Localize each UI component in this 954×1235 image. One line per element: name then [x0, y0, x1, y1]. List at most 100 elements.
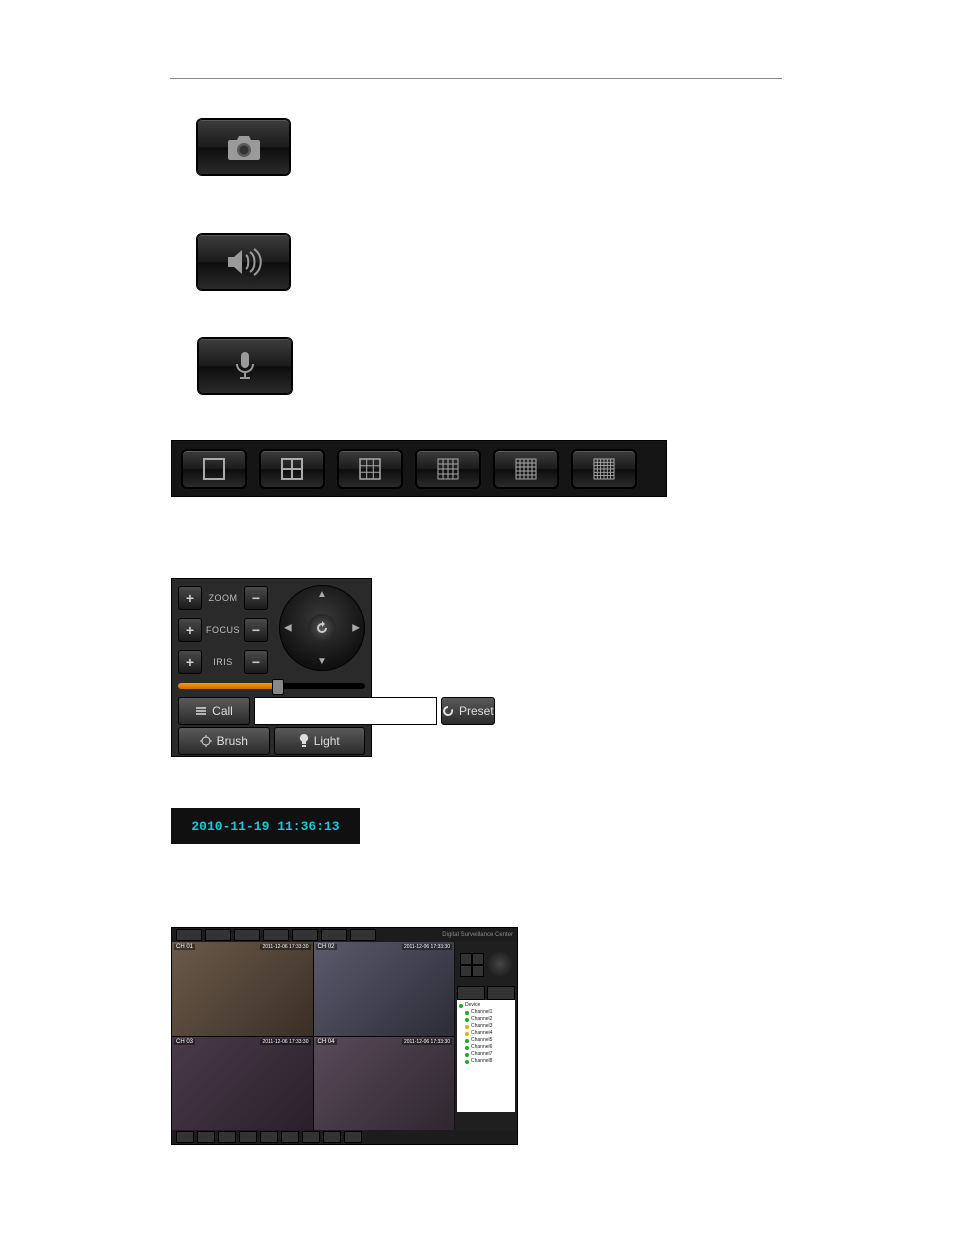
- preset-icon: [442, 705, 454, 717]
- surv-bottom-button[interactable]: [260, 1131, 278, 1143]
- surv-bottom-button[interactable]: [197, 1131, 215, 1143]
- tree-node[interactable]: Channel7: [459, 1051, 513, 1058]
- tree-label: Channel6: [471, 1044, 492, 1051]
- refresh-icon: [315, 621, 329, 635]
- ptz-light-button[interactable]: Light: [274, 727, 366, 755]
- tree-node[interactable]: Channel1: [459, 1009, 513, 1016]
- surv-bottom-button[interactable]: [344, 1131, 362, 1143]
- surv-bottom-button[interactable]: [176, 1131, 194, 1143]
- layout-4x4-button[interactable]: [416, 450, 480, 488]
- iris-in-button[interactable]: +: [178, 650, 202, 674]
- mini-btn[interactable]: [460, 953, 472, 965]
- tree-node[interactable]: Channel6: [459, 1044, 513, 1051]
- layout-1x1-button[interactable]: [182, 450, 246, 488]
- ptz-brush-button[interactable]: Brush: [178, 727, 270, 755]
- status-dot: [465, 1032, 469, 1036]
- ptz-down-button[interactable]: ▼: [317, 656, 327, 667]
- tree-node[interactable]: Channel4: [459, 1030, 513, 1037]
- surv-tab[interactable]: [205, 929, 231, 941]
- ptz-up-button[interactable]: ▲: [317, 589, 327, 600]
- layout-6x6-button[interactable]: [572, 450, 636, 488]
- grid-25-icon: [515, 458, 537, 480]
- ptz-right-button[interactable]: ▶: [352, 623, 360, 634]
- ptz-panel: + ZOOM − + FOCUS − + IRIS − ▲ ▼ ◀ ▶: [171, 578, 372, 757]
- list-icon: [195, 706, 207, 716]
- side-btn[interactable]: [457, 986, 485, 1000]
- status-dot: [465, 1011, 469, 1015]
- tree-node[interactable]: Channel5: [459, 1037, 513, 1044]
- mini-btn[interactable]: [472, 965, 484, 977]
- surv-tab[interactable]: [263, 929, 289, 941]
- mini-dpad[interactable]: [487, 951, 513, 977]
- tree-label: Channel5: [471, 1037, 492, 1044]
- light-icon: [299, 734, 309, 748]
- zoom-in-button[interactable]: +: [178, 586, 202, 610]
- timestamp-text: 2010-11-19 11:36:13: [191, 819, 339, 834]
- tree-node[interactable]: Channel2: [459, 1016, 513, 1023]
- audio-button[interactable]: [197, 234, 290, 290]
- side-btn[interactable]: [487, 986, 515, 1000]
- tree-node[interactable]: Device: [459, 1002, 513, 1009]
- status-dot: [465, 1018, 469, 1022]
- ptz-auto-button[interactable]: [308, 614, 336, 642]
- zoom-out-button[interactable]: −: [244, 586, 268, 610]
- ptz-speed-slider[interactable]: [178, 683, 365, 689]
- camera-timestamp: 2011-12-06 17:33:30: [260, 1039, 310, 1045]
- tree-label: Channel7: [471, 1051, 492, 1058]
- surv-bottom-button[interactable]: [323, 1131, 341, 1143]
- ptz-call-button[interactable]: Call: [178, 697, 250, 725]
- surv-bottom-button[interactable]: [302, 1131, 320, 1143]
- talk-button[interactable]: [198, 338, 292, 394]
- surv-top-bar: Digital Surveillance Center: [172, 928, 517, 942]
- ptz-left-button[interactable]: ◀: [284, 623, 292, 634]
- preset-label: Preset: [459, 704, 494, 718]
- layout-5x5-button[interactable]: [494, 450, 558, 488]
- camera-channel-label: CH 03: [174, 1039, 195, 1045]
- brush-icon: [200, 735, 212, 747]
- surv-tab[interactable]: [234, 929, 260, 941]
- device-tree[interactable]: DeviceChannel1Channel2Channel3Channel4Ch…: [457, 1000, 515, 1112]
- layout-3x3-button[interactable]: [338, 450, 402, 488]
- focus-out-button[interactable]: −: [244, 618, 268, 642]
- ptz-preset-button[interactable]: Preset: [441, 697, 495, 725]
- tree-label: Channel1: [471, 1009, 492, 1016]
- surv-tab[interactable]: [321, 929, 347, 941]
- surv-tab[interactable]: [176, 929, 202, 941]
- status-dot: [465, 1039, 469, 1043]
- camera-feed[interactable]: CH 012011-12-06 17:33:30: [172, 942, 313, 1036]
- layout-2x2-button[interactable]: [260, 450, 324, 488]
- surv-tab[interactable]: [350, 929, 376, 941]
- mini-btn[interactable]: [460, 965, 472, 977]
- ptz-dpad: ▲ ▼ ◀ ▶: [279, 585, 365, 671]
- timestamp-bar: 2010-11-19 11:36:13: [171, 808, 360, 844]
- speaker-icon: [222, 247, 266, 277]
- surv-bottom-button[interactable]: [239, 1131, 257, 1143]
- surv-bottom-bar: [172, 1130, 517, 1144]
- surveillance-window: Digital Surveillance Center CH 012011-12…: [171, 927, 518, 1145]
- snapshot-button[interactable]: [197, 119, 290, 175]
- surv-bottom-button[interactable]: [281, 1131, 299, 1143]
- iris-out-button[interactable]: −: [244, 650, 268, 674]
- surv-side-panel: DeviceChannel1Channel2Channel3Channel4Ch…: [455, 942, 517, 1130]
- view-layout-bar: [171, 440, 667, 497]
- camera-timestamp: 2011-12-06 17:33:30: [260, 944, 310, 950]
- light-label: Light: [314, 734, 340, 748]
- camera-feed[interactable]: CH 03 2011-12-06 17:33:30: [172, 1037, 313, 1131]
- slider-fill: [178, 683, 275, 689]
- tree-node[interactable]: Channel3: [459, 1023, 513, 1030]
- slider-thumb[interactable]: [272, 679, 284, 695]
- surv-title: Digital Surveillance Center: [442, 932, 513, 938]
- grid-4-icon: [281, 458, 303, 480]
- mini-btn[interactable]: [472, 953, 484, 965]
- preset-input[interactable]: [254, 697, 437, 725]
- surv-bottom-button[interactable]: [218, 1131, 236, 1143]
- camera-feed[interactable]: CH 042011-12-06 17:33:30: [314, 1037, 455, 1131]
- tree-node[interactable]: Channel8: [459, 1058, 513, 1065]
- zoom-label: ZOOM: [206, 593, 240, 603]
- surv-tab[interactable]: [292, 929, 318, 941]
- grid-36-icon: [593, 458, 615, 480]
- call-label: Call: [212, 704, 233, 718]
- status-dot: [459, 1004, 463, 1008]
- focus-in-button[interactable]: +: [178, 618, 202, 642]
- camera-feed[interactable]: CH 022011-12-06 17:33:30: [314, 942, 455, 1036]
